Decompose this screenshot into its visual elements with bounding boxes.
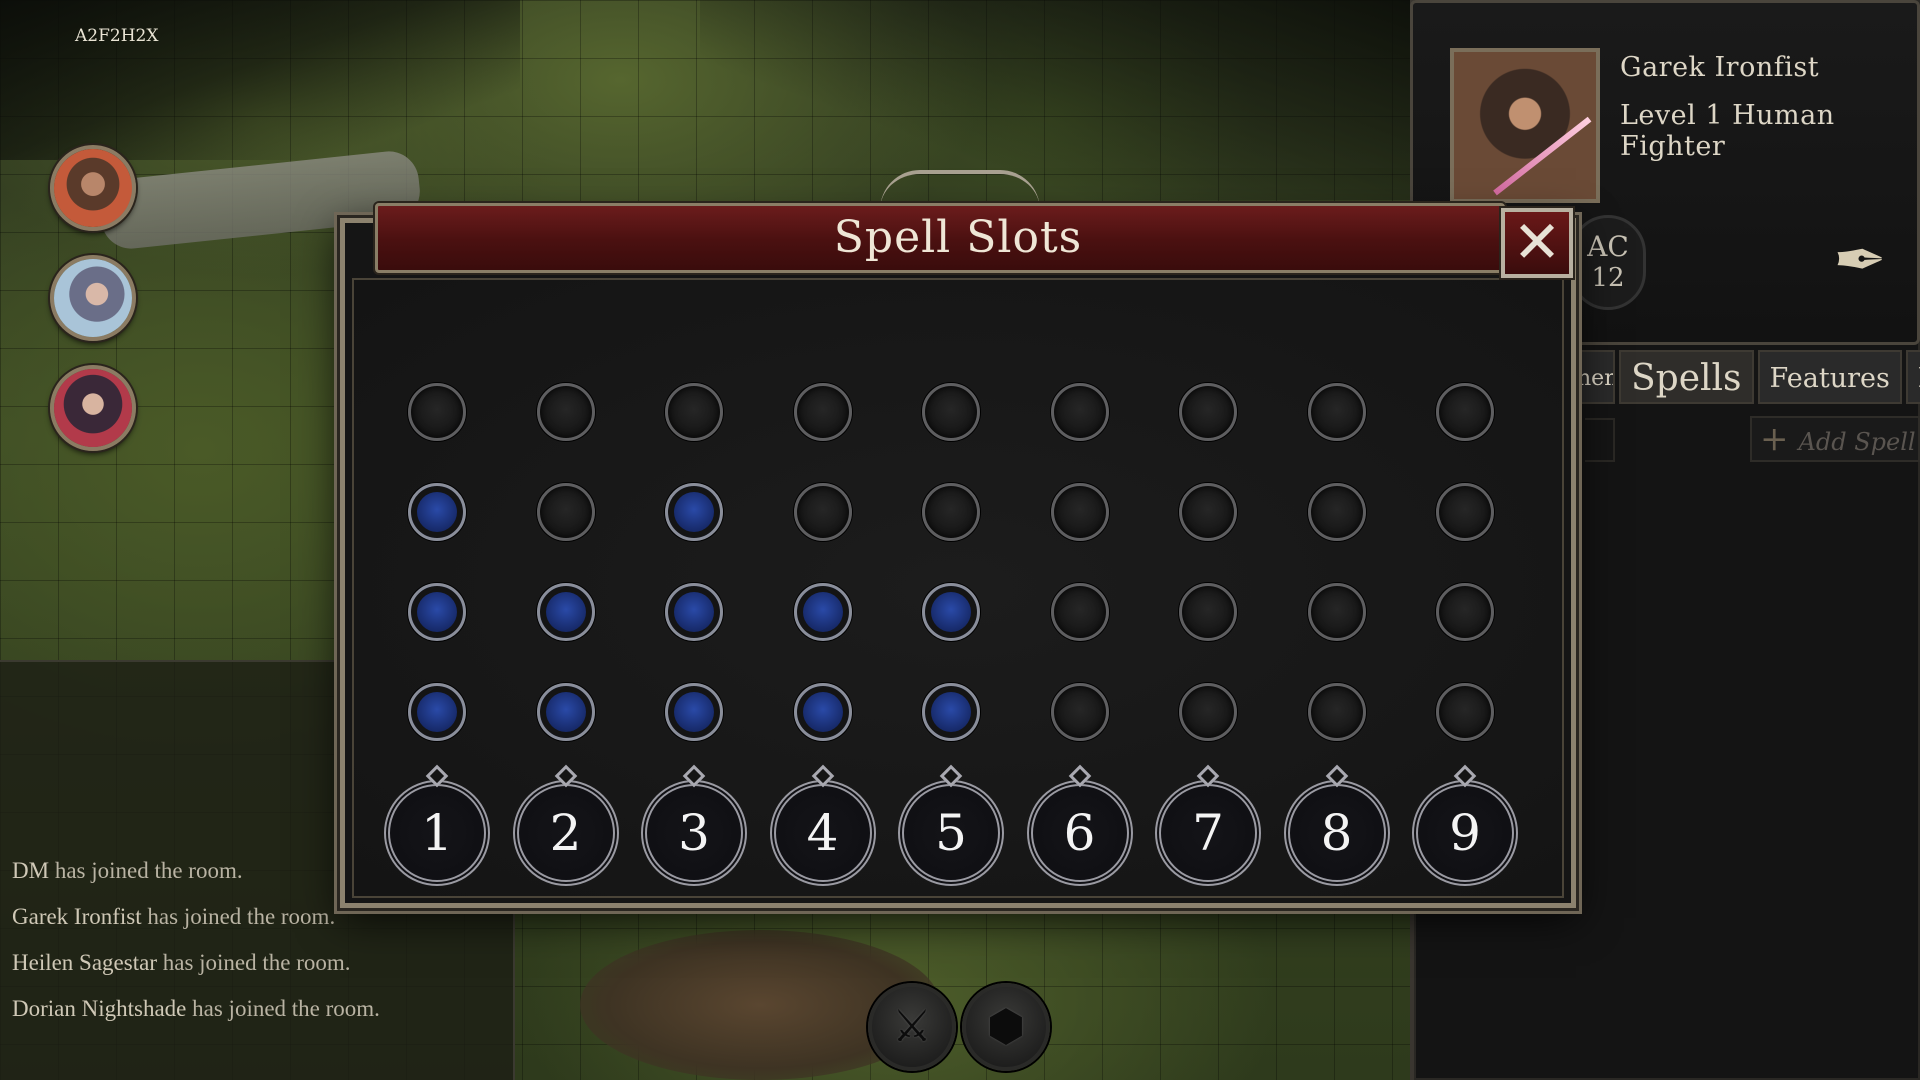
spell-slot[interactable]: [536, 383, 595, 441]
spell-level-badge: 6: [1025, 764, 1135, 886]
token-garek[interactable]: [50, 145, 136, 231]
chat-log: DM has joined the room. Garek Ironfist h…: [12, 848, 380, 1032]
spell-slot[interactable]: [1307, 383, 1366, 441]
spell-slot[interactable]: [1436, 683, 1494, 741]
spell-level-number: 2: [549, 804, 582, 862]
chat-message: Dorian Nightshade has joined the room.: [12, 996, 380, 1021]
spell-slot[interactable]: [1436, 383, 1494, 441]
spell-level-number: 4: [806, 804, 839, 862]
spell-level-badge: 8: [1282, 764, 1392, 886]
ac-label: AC: [1587, 230, 1629, 263]
armor-class-badge: AC 12: [1570, 215, 1646, 310]
spell-slot[interactable]: [793, 683, 852, 741]
spell-slot[interactable]: [1307, 483, 1366, 541]
token-dorian[interactable]: [50, 365, 136, 451]
chat-message: Garek Ironfist has joined the room.: [12, 904, 336, 929]
spell-slot[interactable]: [1436, 583, 1494, 641]
add-spell-label: Add Spell: [1798, 428, 1916, 456]
spell-slot[interactable]: [536, 683, 595, 741]
tab-features[interactable]: Features: [1757, 350, 1902, 404]
room-code: A2F2H2X: [75, 26, 159, 46]
spell-slot[interactable]: [922, 683, 980, 741]
spell-level-badge: 5: [896, 764, 1006, 886]
spell-slot[interactable]: [665, 583, 723, 641]
spell-slot[interactable]: [665, 483, 723, 541]
spell-slot[interactable]: [922, 483, 980, 541]
dice-roller-button[interactable]: ⬢: [962, 983, 1050, 1071]
spell-level-number: 6: [1063, 804, 1096, 862]
spell-slot[interactable]: [1179, 583, 1237, 641]
crossed-weapons-icon: ⚔: [892, 1001, 932, 1052]
spell-slot[interactable]: [408, 383, 466, 441]
spell-level-number: 7: [1192, 804, 1224, 862]
add-spell-button[interactable]: + Add Spell: [1750, 416, 1920, 462]
spell-level-number: 5: [935, 804, 967, 862]
spell-slot[interactable]: [1179, 483, 1237, 541]
chat-message: DM has joined the room.: [12, 858, 243, 883]
modal-title: Spell Slots: [833, 212, 1083, 263]
spell-slot[interactable]: [1307, 683, 1366, 741]
spell-slot[interactable]: [1179, 383, 1237, 441]
spell-level-badge: 2: [511, 764, 621, 886]
spell-level-badge: 7: [1153, 764, 1263, 886]
plus-icon: +: [1760, 419, 1789, 459]
spell-slot[interactable]: [1307, 583, 1366, 641]
character-name: Garek Ironfist: [1620, 52, 1820, 83]
tab-npcs[interactable]: NPC's: [1905, 350, 1920, 404]
spell-slot[interactable]: [1179, 683, 1237, 741]
spell-level-number: 9: [1449, 804, 1481, 862]
character-class-line: Level 1 Human Fighter: [1620, 100, 1835, 162]
spell-level-badge: 4: [768, 764, 878, 886]
spell-level-number: 8: [1320, 804, 1353, 862]
tab-spells[interactable]: Spells: [1619, 350, 1754, 404]
spell-slot[interactable]: [793, 483, 852, 541]
spell-slot[interactable]: [665, 683, 723, 741]
ac-value: 12: [1591, 263, 1625, 293]
spell-slot[interactable]: [793, 583, 852, 641]
tab-equipment[interactable]: nent: [1575, 350, 1615, 404]
spell-slot[interactable]: [1050, 483, 1109, 541]
map-fog-top: [700, 0, 1420, 200]
chat-message: Heilen Sagestar has joined the room.: [12, 950, 351, 975]
spell-slot[interactable]: [1050, 583, 1109, 641]
quill-scroll-icon[interactable]: ✒: [1820, 222, 1900, 300]
spell-slot[interactable]: [922, 583, 980, 641]
combat-actions-button[interactable]: ⚔: [868, 983, 956, 1071]
spell-slot[interactable]: [1050, 683, 1109, 741]
spell-slot[interactable]: [408, 483, 466, 541]
spell-slot[interactable]: [408, 583, 466, 641]
spell-search-stub: [1585, 418, 1615, 462]
token-heilen[interactable]: [50, 255, 136, 341]
spell-level-number: 3: [678, 804, 710, 862]
close-button[interactable]: ✕: [1501, 208, 1573, 278]
spell-level-badge: 9: [1410, 764, 1520, 886]
spell-slot[interactable]: [1050, 383, 1109, 441]
spell-slot[interactable]: [536, 583, 595, 641]
d20-dice-icon: ⬢: [986, 1001, 1026, 1052]
spell-slot[interactable]: [1436, 483, 1494, 541]
spell-level-number: 1: [421, 804, 453, 862]
spell-slot[interactable]: [793, 383, 852, 441]
map-fog-corner: [0, 0, 520, 160]
spell-slot[interactable]: [536, 483, 595, 541]
character-tabs: nent Spells Features NPC's: [1575, 350, 1920, 404]
spell-slot[interactable]: [922, 383, 980, 441]
spell-slot[interactable]: [665, 383, 723, 441]
spell-slot[interactable]: [408, 683, 466, 741]
spell-level-badge: 3: [639, 764, 749, 886]
close-icon: ✕: [1512, 208, 1562, 276]
spell-level-badge: 1: [382, 764, 492, 886]
